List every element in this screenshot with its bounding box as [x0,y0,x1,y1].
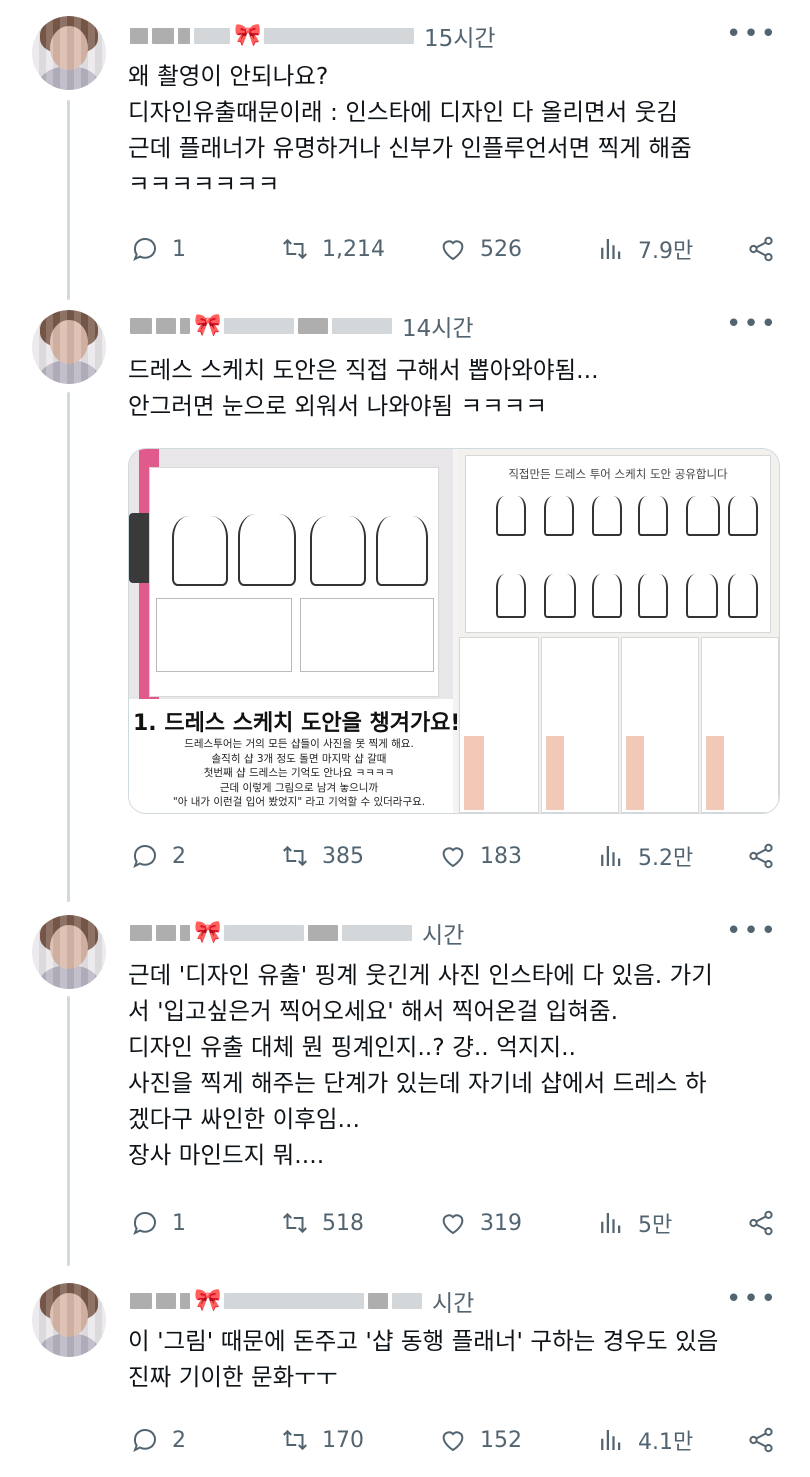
share-button[interactable] [746,1203,776,1243]
retweet-count: 170 [322,1427,364,1453]
ribbon-icon: 🎀 [194,313,222,338]
views-count: 5만 [638,1213,673,1238]
heart-icon [442,1214,464,1235]
views-button[interactable]: 4.1만 [596,1420,693,1460]
share-button[interactable] [746,229,776,269]
display-name[interactable]: 🎀 [130,23,414,48]
tweet-time[interactable]: 시간 [422,916,464,950]
ribbon-icon: 🎀 [194,1288,222,1313]
reply-count: 2 [172,1427,186,1453]
like-button[interactable]: 183 [438,836,522,876]
ribbon-icon: 🎀 [234,23,262,48]
views-button[interactable]: 5.2만 [596,836,693,876]
retweet-button[interactable]: 170 [280,1420,364,1460]
share-icon [749,1427,773,1453]
share-icon [749,236,773,262]
share-icon [749,843,773,869]
views-count: 7.9만 [638,239,694,264]
media-sheet-title: 직접만든 드레스 투어 스케치 도안 공유합니다 [508,467,728,481]
media-image-left[interactable]: 1. 드레스 스케치 도안을 챙겨가요! 드레스투어는 거의 모든 샵들이 사진… [129,449,460,813]
display-name[interactable]: 🎀 [130,920,412,945]
like-count: 152 [480,1427,522,1453]
reply-count: 2 [172,843,186,869]
share-button[interactable] [746,1420,776,1460]
tweet-actions: 2 385 183 5.2만 [130,836,780,876]
reply-button[interactable]: 2 [130,1420,186,1460]
views-button[interactable]: 5만 [596,1203,672,1243]
share-icon [749,1210,773,1236]
avatar[interactable] [32,310,106,384]
tweet[interactable]: 🎀 시간 ••• 근데 '디자인 유출' 핑계 웃긴게 사진 인스타에 다 있음… [0,905,810,1270]
like-count: 183 [480,843,522,869]
reply-icon [133,845,156,869]
like-button[interactable]: 152 [438,1420,522,1460]
retweet-icon [283,845,307,867]
tweet-text: 근데 '디자인 유출' 핑계 웃긴게 사진 인스타에 다 있음. 가기 서 '입… [128,961,713,1169]
avatar[interactable] [32,1283,106,1357]
display-name[interactable]: 🎀 [130,313,392,338]
retweet-icon [283,1212,307,1234]
heart-icon [442,1431,464,1452]
media-caption-title: 1. 드레스 스케치 도안을 챙겨가요! [133,711,461,736]
retweet-button[interactable]: 1,214 [280,229,385,269]
display-name[interactable]: 🎀 [130,1288,422,1313]
tweet-actions: 1 1,214 526 7.9만 [130,229,780,269]
more-icon[interactable]: ••• [726,1285,778,1313]
tweet-text: 왜 촬영이 안되나요? 디자인유출때문이래 : 인스타에 디자인 다 올리면서 … [128,62,692,198]
more-icon[interactable]: ••• [726,310,778,338]
views-button[interactable]: 7.9만 [596,229,693,269]
reply-icon [133,238,156,262]
reply-count: 1 [172,1210,186,1236]
tweet-media[interactable]: 1. 드레스 스케치 도안을 챙겨가요! 드레스투어는 거의 모든 샵들이 사진… [128,448,780,814]
reply-icon [133,1212,156,1236]
like-button[interactable]: 526 [438,229,522,269]
tweet-text: 이 '그림' 때문에 돈주고 '샵 동행 플래너' 구하는 경우도 있음 진짜 … [128,1327,719,1391]
reply-icon [133,1429,156,1453]
more-icon[interactable]: ••• [726,917,778,945]
views-icon [601,846,621,866]
retweet-button[interactable]: 385 [280,836,364,876]
like-count: 526 [480,236,522,262]
tweet[interactable]: 🎀 15시간 ••• 왜 촬영이 안되나요? 디자인유출때문이래 : 인스타에 … [0,0,810,290]
tweet-time[interactable]: 14시간 [402,309,474,343]
tweet[interactable]: 🎀 14시간 ••• 드레스 스케치 도안은 직접 구해서 뽑아와야됨... 안… [0,300,810,890]
views-count: 4.1만 [638,1430,694,1455]
like-button[interactable]: 319 [438,1203,522,1243]
retweet-count: 518 [322,1210,364,1236]
avatar[interactable] [32,16,106,90]
reply-button[interactable]: 1 [130,229,186,269]
retweet-icon [283,238,307,260]
reply-count: 1 [172,236,186,262]
views-icon [601,239,621,259]
tweet-actions: 2 170 152 4.1만 [130,1420,780,1460]
tweet[interactable]: 🎀 시간 ••• 이 '그림' 때문에 돈주고 '샵 동행 플래너' 구하는 경… [0,1275,810,1477]
tweet-time[interactable]: 15시간 [424,19,496,53]
like-count: 319 [480,1210,522,1236]
views-icon [601,1213,621,1233]
more-icon[interactable]: ••• [726,20,778,48]
tweet-time[interactable]: 시간 [432,1284,474,1318]
heart-icon [442,847,464,868]
media-caption-body: 드레스투어는 거의 모든 샵들이 사진을 못 찍게 해요. 솔직히 샵 3개 정… [172,738,426,808]
tweet-text: 드레스 스케치 도안은 직접 구해서 뽑아와야됨... 안그러면 눈으로 외워서… [128,356,599,420]
media-image-right[interactable]: 직접만든 드레스 투어 스케치 도안 공유합니다 [457,449,779,813]
retweet-button[interactable]: 518 [280,1203,364,1243]
reply-button[interactable]: 2 [130,836,186,876]
share-button[interactable] [746,836,776,876]
avatar[interactable] [32,915,106,989]
retweet-count: 385 [322,843,364,869]
heart-icon [442,240,464,261]
retweet-count: 1,214 [322,236,385,262]
retweet-icon [283,1429,307,1451]
views-icon [601,1430,621,1450]
reply-button[interactable]: 1 [130,1203,186,1243]
tweet-actions: 1 518 319 5만 [130,1203,780,1243]
ribbon-icon: 🎀 [194,920,222,945]
views-count: 5.2만 [638,846,694,871]
